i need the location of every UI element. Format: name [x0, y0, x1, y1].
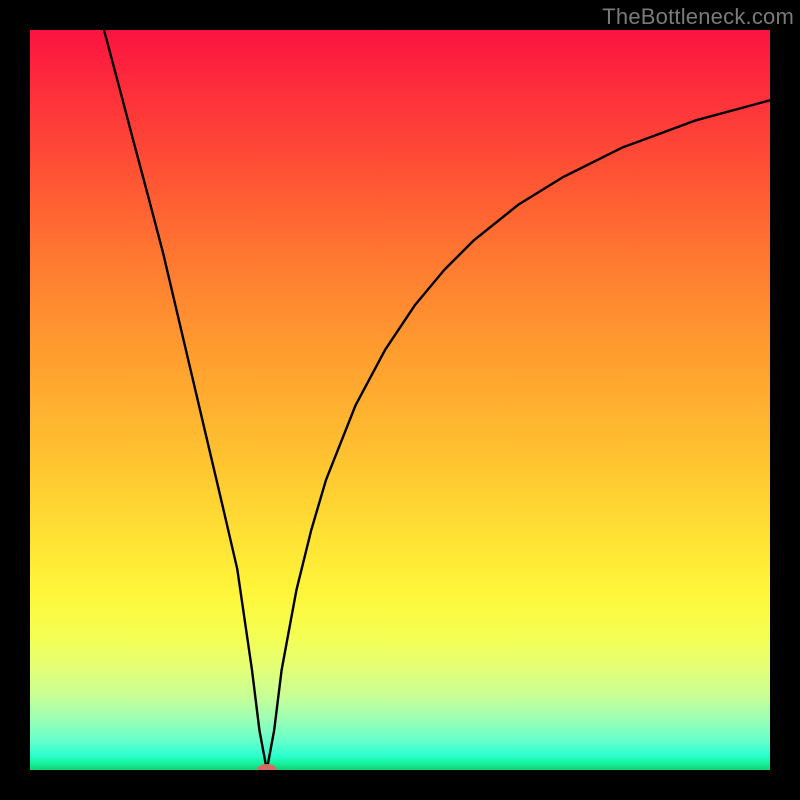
- minimum-marker: [257, 764, 277, 770]
- chart-frame: TheBottleneck.com: [0, 0, 800, 800]
- watermark-text: TheBottleneck.com: [602, 4, 794, 30]
- curve-layer: [30, 30, 770, 770]
- plot-area: [30, 30, 770, 770]
- bottleneck-curve: [104, 30, 770, 770]
